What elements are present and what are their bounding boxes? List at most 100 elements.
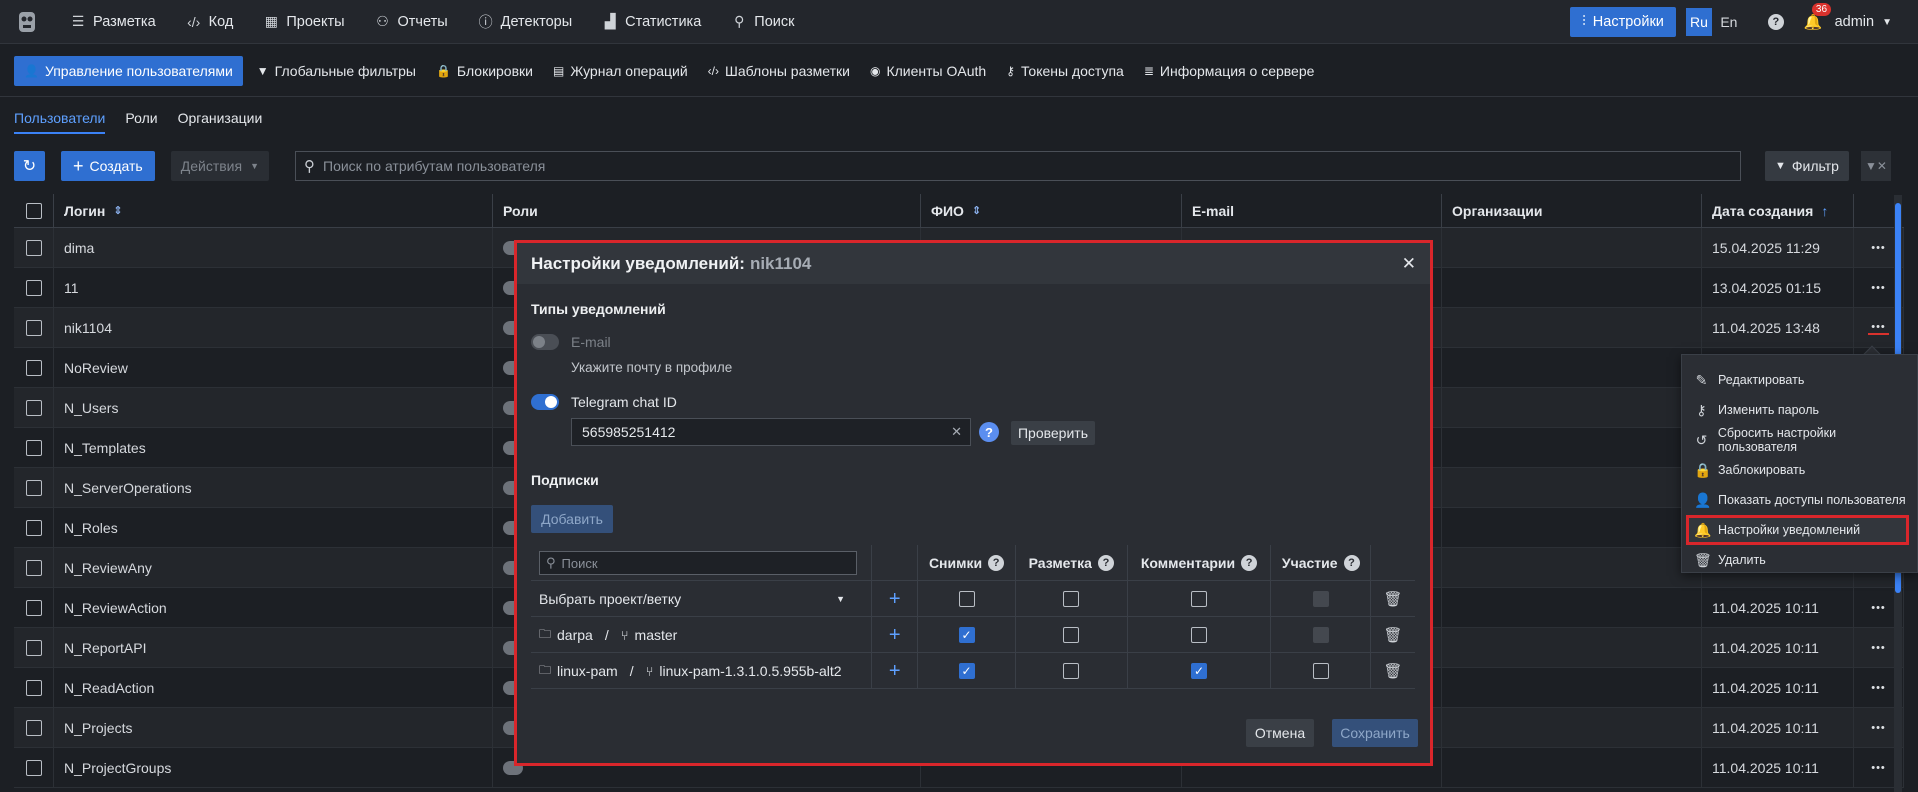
row-checkbox[interactable]	[26, 279, 42, 296]
menu-item-0[interactable]: ✎ Редактировать	[1682, 365, 1917, 395]
row-checkbox[interactable]	[26, 639, 42, 656]
telegram-chat-id-input[interactable]: 565985251412 ✕	[571, 418, 971, 446]
nav-item-1[interactable]: ‹/› Код	[174, 0, 252, 44]
add-row-button[interactable]: +	[872, 617, 919, 653]
clear-input-icon[interactable]: ✕	[951, 424, 962, 440]
subnav-item-3[interactable]: ▤ Журнал операций	[543, 56, 698, 86]
help-icon[interactable]: ?	[1241, 555, 1258, 571]
email-toggle[interactable]	[531, 334, 559, 350]
subnav-item-2[interactable]: 🔒 Блокировки	[426, 56, 543, 86]
help-icon[interactable]: ?	[1767, 14, 1784, 30]
tab-organizations[interactable]: Организации	[178, 110, 263, 134]
comments-checkbox[interactable]	[1190, 627, 1207, 643]
lang-ru-button[interactable]: Ru	[1685, 8, 1712, 36]
snapshots-checkbox[interactable]: ✓	[958, 627, 975, 643]
app-logo-icon[interactable]	[14, 9, 40, 35]
nav-item-6[interactable]: ⚲ Поиск	[719, 0, 812, 44]
comments-checkbox[interactable]	[1190, 591, 1207, 607]
caret-down-icon: ▼	[836, 594, 845, 604]
add-subscription-button[interactable]: Добавить	[531, 505, 613, 533]
snapshots-checkbox[interactable]	[958, 591, 975, 607]
actions-dropdown[interactable]: Действия ▼	[170, 151, 269, 181]
telegram-help-icon[interactable]: ?	[979, 422, 999, 442]
menu-item-5[interactable]: 🔔 Настройки уведомлений	[1686, 515, 1909, 545]
nav-item-0[interactable]: ☰ Разметка	[58, 0, 174, 44]
subnav-item-4[interactable]: ‹/› Шаблоны разметки	[698, 56, 860, 86]
menu-item-3[interactable]: 🔒 Заблокировать	[1682, 455, 1917, 485]
help-icon[interactable]: ?	[988, 555, 1005, 571]
user-search-input[interactable]: ⚲ Поиск по атрибутам пользователя	[295, 151, 1741, 181]
more-icon[interactable]: •••	[1871, 762, 1886, 774]
more-icon[interactable]: •••	[1871, 722, 1886, 734]
more-icon[interactable]: •••	[1871, 242, 1886, 254]
participation-checkbox[interactable]	[1312, 663, 1329, 679]
lang-en-button[interactable]: En	[1716, 8, 1742, 36]
project-branch-select[interactable]: Выбрать проект/ветку ▼	[539, 591, 859, 607]
row-checkbox[interactable]	[26, 679, 42, 696]
row-checkbox[interactable]	[26, 479, 42, 496]
bell-icon[interactable]: 🔔 36	[1804, 3, 1832, 31]
subscription-search-input[interactable]: ⚲ Поиск	[539, 551, 857, 575]
row-checkbox[interactable]	[26, 559, 42, 576]
save-button[interactable]: Сохранить	[1332, 719, 1418, 747]
row-checkbox[interactable]	[26, 719, 42, 736]
row-checkbox[interactable]	[26, 599, 42, 616]
nav-item-5[interactable]: ▟ Статистика	[590, 0, 719, 44]
delete-row-button[interactable]: 🗑	[1371, 617, 1415, 653]
column-created[interactable]: Дата создания ↑	[1702, 193, 1854, 228]
check-button[interactable]: Проверить	[1011, 421, 1095, 445]
column-login[interactable]: Логин ⇕	[54, 193, 493, 228]
help-icon[interactable]: ?	[1097, 555, 1114, 571]
menu-item-2[interactable]: ↺ Сбросить настройки пользователя	[1682, 425, 1917, 455]
menu-item-6[interactable]: 🗑 Удалить	[1682, 545, 1917, 575]
menu-item-1[interactable]: ⚷ Изменить пароль	[1682, 395, 1917, 425]
row-checkbox[interactable]	[26, 239, 42, 256]
more-icon[interactable]: •••	[1868, 321, 1889, 335]
snapshots-checkbox[interactable]: ✓	[958, 663, 975, 679]
login-cell: N_Templates	[54, 427, 493, 468]
nav-item-4[interactable]: ⓘ Детекторы	[466, 0, 590, 44]
row-checkbox[interactable]	[26, 319, 42, 336]
add-row-button[interactable]: +	[872, 653, 919, 689]
subnav-item-5[interactable]: ◉ Клиенты OAuth	[860, 56, 996, 86]
comments-checkbox[interactable]: ✓	[1190, 663, 1207, 679]
create-user-button[interactable]: + Создать	[61, 151, 155, 181]
help-icon[interactable]: ?	[1343, 555, 1360, 571]
more-icon[interactable]: •••	[1871, 682, 1886, 694]
subnav-item-7[interactable]: ≣ Информация о сервере	[1134, 56, 1325, 86]
menu-item-4[interactable]: 👤 Показать доступы пользователя	[1682, 485, 1917, 515]
user-menu[interactable]: admin ▼	[1835, 14, 1892, 30]
markup-checkbox[interactable]	[1063, 627, 1080, 643]
row-checkbox[interactable]	[26, 759, 42, 776]
nav-item-2[interactable]: ▦ Проекты	[251, 0, 362, 44]
subnav-item-1[interactable]: ▼ Глобальные фильтры	[247, 56, 426, 86]
add-row-button[interactable]: +	[872, 581, 919, 617]
markup-checkbox[interactable]	[1063, 663, 1080, 679]
tab-roles[interactable]: Роли	[125, 110, 157, 134]
row-checkbox[interactable]	[26, 399, 42, 416]
nav-item-3[interactable]: ⚇ Отчеты	[363, 0, 466, 44]
clear-filter-button[interactable]: ▼✕	[1860, 151, 1891, 181]
filter-button[interactable]: ▼ Фильтр	[1765, 151, 1849, 181]
more-icon[interactable]: •••	[1871, 642, 1886, 654]
more-icon[interactable]: •••	[1871, 282, 1886, 294]
refresh-button[interactable]: ↻	[14, 151, 45, 181]
trash-icon: 🗑	[1694, 551, 1712, 568]
cancel-button[interactable]: Отмена	[1246, 719, 1314, 747]
subnav-item-0[interactable]: 👤 Управление пользователями	[14, 55, 243, 86]
select-all-checkbox[interactable]	[14, 193, 54, 228]
more-icon[interactable]: •••	[1871, 602, 1886, 614]
row-checkbox[interactable]	[26, 359, 42, 376]
delete-row-button[interactable]: 🗑	[1371, 581, 1415, 617]
subnav-item-6[interactable]: ⚷ Токены доступа	[996, 56, 1134, 86]
branch-icon: ⑂	[620, 627, 629, 643]
delete-row-button[interactable]: 🗑	[1371, 653, 1415, 689]
close-icon[interactable]: ✕	[1402, 254, 1416, 274]
column-fio[interactable]: ФИО ⇕	[921, 193, 1182, 228]
settings-button[interactable]: ⫶ Настройки	[1570, 7, 1676, 37]
markup-checkbox[interactable]	[1063, 591, 1080, 607]
tab-users[interactable]: Пользователи	[14, 110, 106, 134]
row-checkbox[interactable]	[26, 439, 42, 456]
row-checkbox[interactable]	[26, 519, 42, 536]
telegram-toggle[interactable]	[531, 394, 559, 410]
